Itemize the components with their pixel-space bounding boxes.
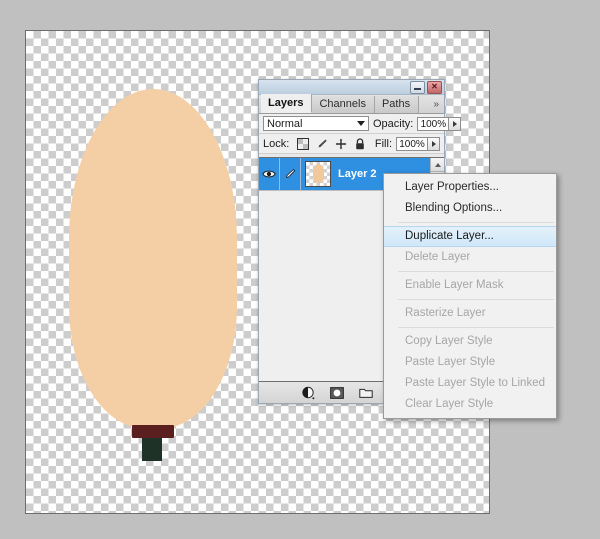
layer-visibility-toggle[interactable] (259, 158, 280, 190)
brush-icon (286, 168, 296, 178)
menu-separator (386, 327, 554, 328)
layer-name-label[interactable]: Layer 2 (338, 168, 377, 180)
blend-opacity-row: Normal Opacity: 100% (259, 114, 462, 134)
artwork-stem (142, 438, 162, 461)
lock-fill-row: Lock: Fill: 100% (259, 134, 444, 154)
blend-mode-select[interactable]: Normal (263, 116, 369, 131)
artwork-body (69, 89, 237, 429)
new-group-icon[interactable] (359, 386, 373, 400)
artwork-band (132, 425, 174, 438)
lock-position-icon[interactable] (335, 138, 347, 150)
lock-transparency-icon[interactable] (297, 137, 310, 150)
lock-all-icon[interactable] (354, 137, 366, 150)
chevron-down-icon (357, 121, 365, 126)
eye-icon (262, 170, 276, 178)
fill-input[interactable]: 100% (396, 136, 428, 151)
minimize-icon[interactable] (410, 80, 425, 94)
menu-item-layer-properties[interactable]: Layer Properties... (384, 177, 556, 198)
opacity-input[interactable]: 100% (417, 116, 450, 131)
menu-item-copy-layer-style: Copy Layer Style (405, 335, 493, 347)
panel-titlebar[interactable]: ✕ (259, 80, 444, 95)
layer-mask-icon[interactable] (330, 386, 344, 400)
tab-layers[interactable]: Layers (261, 94, 313, 113)
tabs-overflow-icon[interactable]: » (433, 96, 444, 113)
artwork-shape (69, 89, 237, 461)
layer-brush-indicator[interactable] (280, 158, 301, 190)
blend-mode-value: Normal (267, 117, 303, 130)
tab-paths[interactable]: Paths (374, 96, 420, 113)
menu-separator (386, 222, 554, 223)
opacity-slider-button[interactable] (449, 116, 462, 131)
close-icon[interactable]: ✕ (427, 80, 442, 94)
fill-slider-button[interactable] (428, 136, 440, 151)
menu-item-clear-layer-style: Clear Layer Style (405, 398, 494, 410)
layer-context-menu: Layer Properties... Blending Options... … (383, 173, 557, 419)
fill-label: Fill: (374, 137, 392, 150)
panel-tabs: Layers Channels Paths » (259, 94, 444, 114)
menu-item-delete-layer: Delete Layer (405, 251, 471, 263)
layer-thumbnail-content (313, 164, 324, 183)
layer-thumbnail[interactable] (305, 161, 331, 187)
opacity-label: Opacity: (373, 117, 414, 130)
lock-image-pixels-icon[interactable] (316, 138, 328, 150)
menu-separator (386, 271, 554, 272)
menu-item-rasterize-layer: Rasterize Layer (405, 307, 486, 319)
menu-item-duplicate-layer[interactable]: Duplicate Layer... (384, 226, 556, 247)
scroll-up-icon[interactable] (431, 158, 444, 172)
menu-item-paste-layer-style-to-linked: Paste Layer Style to Linked (405, 377, 545, 389)
menu-item-enable-layer-mask: Enable Layer Mask (405, 279, 504, 291)
tab-channels[interactable]: Channels (312, 96, 375, 113)
menu-separator (386, 299, 554, 300)
menu-item-paste-layer-style: Paste Layer Style (405, 356, 496, 368)
layer-style-icon[interactable] (301, 386, 315, 400)
lock-label: Lock: (263, 137, 290, 150)
menu-item-blending-options[interactable]: Blending Options... (384, 198, 556, 219)
